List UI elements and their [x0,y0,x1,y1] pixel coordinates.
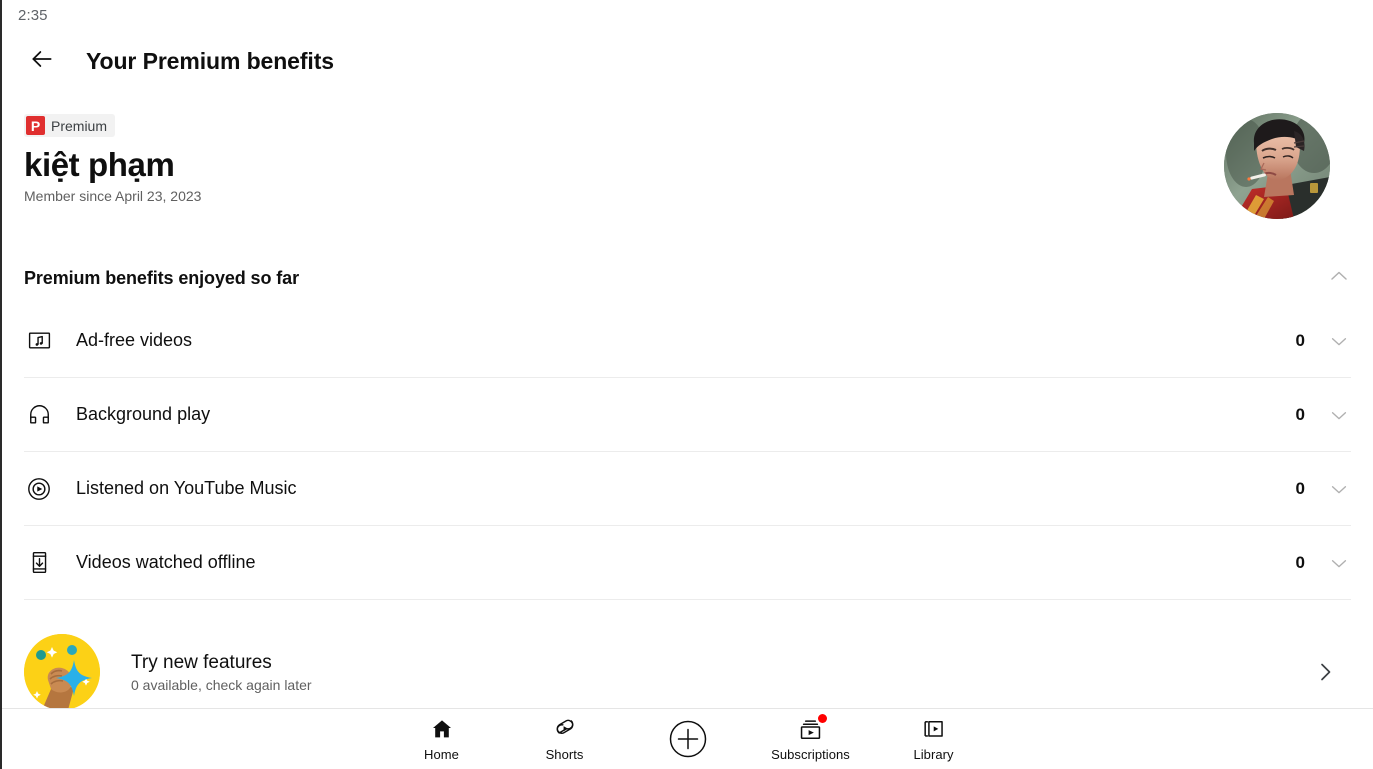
premium-badge-label: Premium [51,117,108,134]
plus-circle-icon [666,720,710,758]
page-title: Your Premium benefits [86,47,334,74]
benefit-row-ad-free-videos[interactable]: Ad-free videos 0 [24,304,1351,378]
app-screen: 2:35 Your Premium benefits P Premium kiệ… [0,0,1373,769]
nav-item-create[interactable] [626,709,749,769]
youtube-music-icon [24,476,54,502]
back-button[interactable] [18,37,66,85]
library-icon [921,716,946,742]
premium-logo-icon: P [26,116,45,135]
member-since-text: Member since April 23, 2023 [24,188,202,205]
chevron-down-icon[interactable] [1327,404,1351,426]
status-bar: 2:35 [2,0,1373,30]
premium-badge: P Premium [24,114,116,137]
nav-item-shorts[interactable]: Shorts [503,709,626,769]
avatar-illustration [1224,113,1330,219]
nav-item-subscriptions[interactable]: Subscriptions [749,709,872,769]
benefit-row-youtube-music[interactable]: Listened on YouTube Music 0 [24,452,1351,526]
try-new-features-card[interactable]: Try new features 0 available, check agai… [2,634,1373,710]
nav-item-home[interactable]: Home [380,709,503,769]
benefits-section-header[interactable]: Premium benefits enjoyed so far [2,258,1373,298]
home-icon [430,716,454,742]
shorts-icon [553,716,577,742]
arrow-left-icon [29,46,55,77]
chevron-down-icon[interactable] [1327,478,1351,500]
nav-label: Home [424,747,459,762]
headphones-icon [24,402,54,427]
benefits-list: Ad-free videos 0 Background play 0 Liste… [2,304,1373,600]
benefit-label: Ad-free videos [76,330,193,350]
chevron-down-icon[interactable] [1327,330,1351,352]
download-offline-icon [24,550,54,575]
app-bar: Your Premium benefits [2,34,1373,88]
hand-sparkle-illustration [24,634,100,710]
notification-badge-dot [818,714,827,723]
profile-header: P Premium kiệt phạm Member since April 2… [2,105,1373,219]
promo-subtitle: 0 available, check again later [131,677,312,694]
avatar[interactable] [1224,113,1330,219]
ad-free-video-icon [24,328,54,353]
profile-info: P Premium kiệt phạm Member since April 2… [24,105,201,204]
bottom-navigation-bar: Home Shorts Subscriptions Library [2,708,1373,769]
benefit-count: 0 [1295,404,1305,424]
nav-item-library[interactable]: Library [872,709,995,769]
chevron-up-icon[interactable] [1327,264,1351,293]
chevron-down-icon[interactable] [1327,552,1351,574]
promo-title: Try new features [131,651,272,673]
status-clock: 2:35 [18,6,48,24]
benefit-count: 0 [1295,330,1305,350]
benefit-label: Videos watched offline [76,552,256,572]
nav-label: Library [913,747,954,762]
subscriptions-icon [798,714,827,742]
benefits-section-title: Premium benefits enjoyed so far [24,267,299,288]
hand-sparkle-art [24,634,100,710]
benefit-label: Background play [76,404,211,424]
benefit-row-videos-offline[interactable]: Videos watched offline 0 [24,526,1351,600]
profile-name: kiệt phạm [24,146,175,183]
promo-text-block: Try new features 0 available, check agai… [131,651,1313,694]
benefit-label: Listened on YouTube Music [76,478,297,498]
nav-label: Subscriptions [771,747,850,762]
chevron-right-icon[interactable] [1313,660,1337,684]
nav-label: Shorts [545,747,584,762]
benefit-count: 0 [1295,552,1305,572]
benefit-row-background-play[interactable]: Background play 0 [24,378,1351,452]
benefit-count: 0 [1295,478,1305,498]
